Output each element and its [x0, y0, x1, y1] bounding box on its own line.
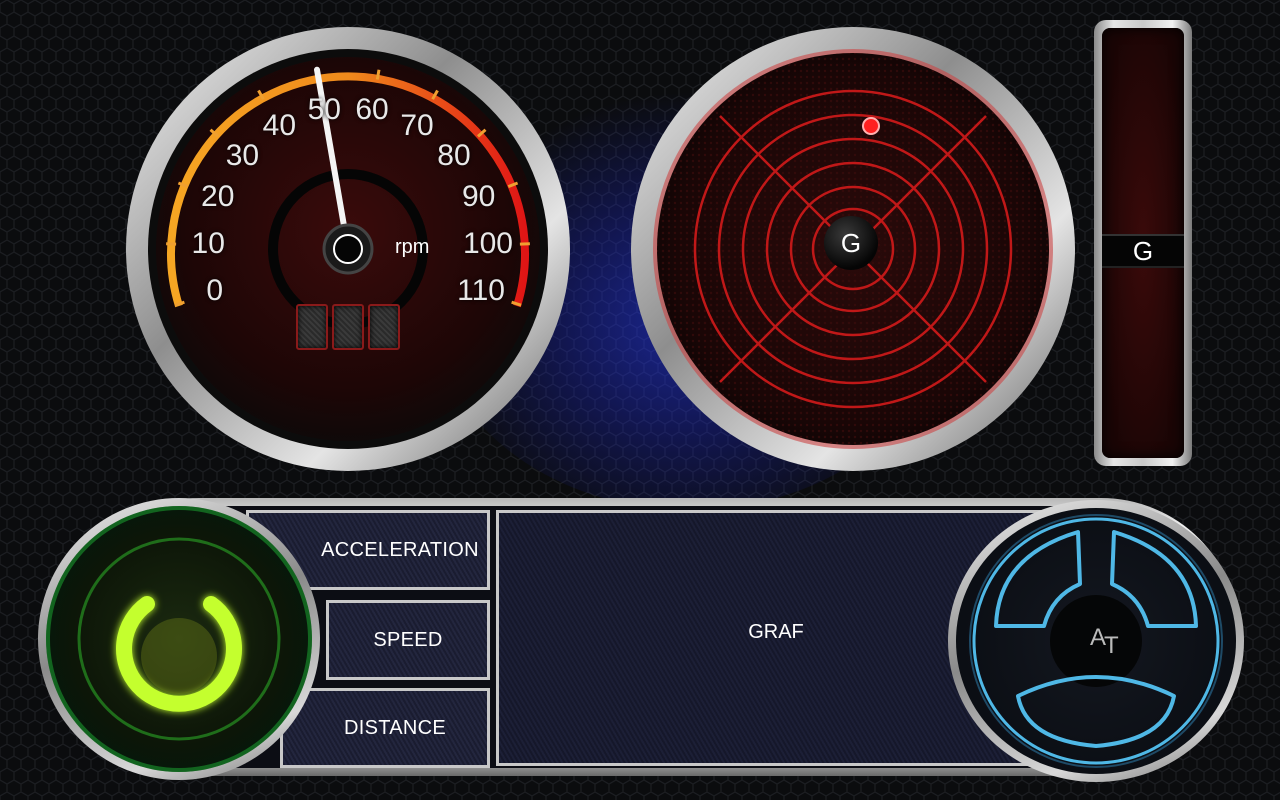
speedo-tick-label: 0: [206, 274, 224, 308]
speedo-tick-label: 20: [201, 180, 235, 214]
g-bar-label: G: [1132, 235, 1154, 266]
speedo-tick-label: 30: [225, 139, 260, 173]
at-label-t: T: [1104, 632, 1119, 659]
g-bar-marker: G: [1102, 234, 1184, 268]
speedo-tick-label: 90: [461, 180, 496, 214]
at-logo: AT: [1090, 624, 1119, 659]
acceleration-label: ACCELERATION: [321, 538, 479, 561]
g-radar-label: G: [840, 227, 862, 258]
speedo-tick-label: 100: [462, 227, 513, 260]
speedo-tick-label: 60: [355, 93, 389, 127]
speedo-tick-label: 10: [191, 227, 225, 260]
speedo-tick-label: 40: [262, 109, 297, 143]
speedo-tick-label: 50: [307, 93, 341, 127]
power-button-face: [46, 506, 312, 772]
g-force-bar: G: [1094, 20, 1192, 466]
speedo-tick-label: 80: [437, 139, 471, 173]
g-radar-center: G: [824, 216, 878, 270]
power-icon: [77, 537, 281, 741]
distance-label: DISTANCE: [343, 716, 447, 739]
speed-label: SPEED: [373, 628, 443, 651]
g-force-dot: [862, 117, 880, 135]
speed-button[interactable]: SPEED: [326, 600, 490, 680]
speedo-tick-label: 110: [457, 274, 505, 308]
speedo-tick-label: 70: [400, 109, 434, 143]
g-bar-track: G: [1102, 28, 1184, 458]
digit-display-1: [296, 304, 328, 350]
power-button[interactable]: [38, 498, 320, 780]
digit-display-2: [332, 304, 364, 350]
digit-display-3: [368, 304, 400, 350]
rpm-unit-label: rpm: [395, 236, 430, 258]
